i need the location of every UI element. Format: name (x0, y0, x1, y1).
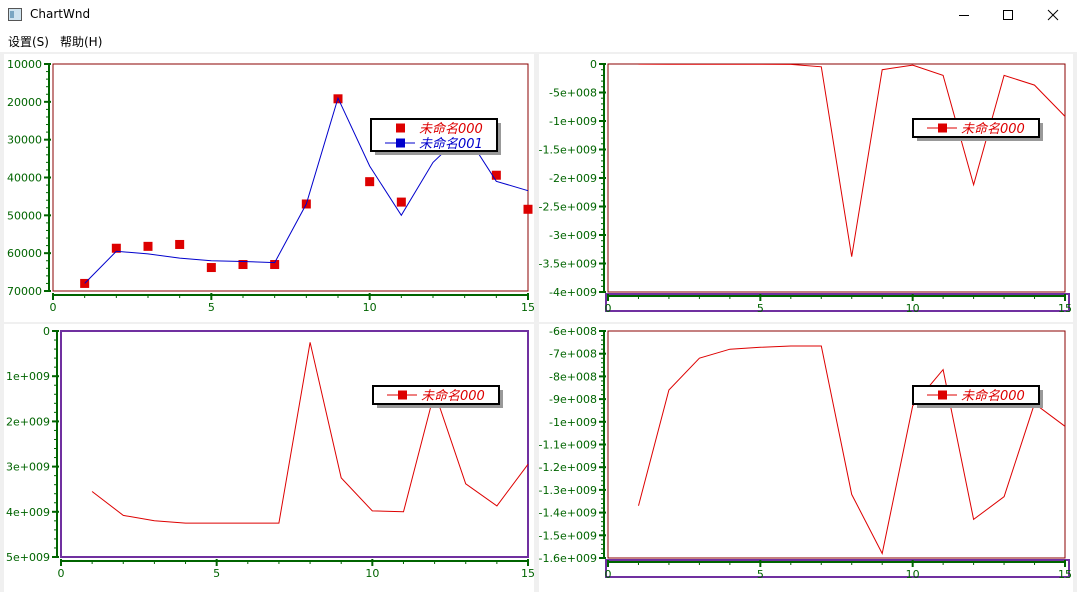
y-tick-label: 1e+009 (6, 370, 50, 383)
y-tick-label: -4e+009 (549, 286, 597, 299)
y-tick-label: -6e+008 (549, 325, 597, 338)
minimize-icon (959, 15, 969, 16)
minimize-button[interactable] (941, 0, 987, 30)
x-tick-label: 10 (365, 567, 379, 580)
x-tick-label: 0 (50, 301, 57, 314)
y-tick-label: -1.4e+009 (539, 507, 597, 520)
x-tick-label: 10 (906, 302, 920, 315)
y-tick-label: 20000 (7, 96, 42, 109)
legend-label: 未命名001 (419, 136, 483, 152)
chart-pane-background (539, 54, 1073, 322)
legend-label: 未命名000 (419, 121, 483, 137)
x-tick-label: 5 (757, 568, 764, 581)
data-point-marker (523, 204, 533, 214)
chart-panel-2: 0 -5e+008 -1e+009 -1.5e+009 -2e+009 -2.5e+009… (539, 54, 1073, 322)
client-area: 10000 20000 30000 40000 50000 60000 70000 0 5 10 1… (0, 52, 1077, 592)
x-tick-label: 5 (213, 567, 220, 580)
y-tick-label: -2e+009 (549, 172, 597, 185)
x-tick-label: 0 (605, 568, 612, 581)
x-tick-label: 15 (1058, 568, 1072, 581)
y-tick-label: 2e+009 (6, 415, 50, 428)
legend-marker (938, 123, 947, 133)
x-tick-label: 10 (906, 568, 920, 581)
x-tick-label: 15 (521, 301, 535, 314)
x-tick-label: 5 (757, 302, 764, 315)
y-tick-label: 5e+009 (6, 551, 50, 564)
y-tick-label: -1.2e+009 (539, 461, 597, 474)
y-tick-label: 3e+009 (6, 461, 50, 474)
menu-settings[interactable]: 设置(S) (8, 33, 49, 50)
x-tick-label: 10 (363, 301, 377, 314)
y-tick-label: -3.5e+009 (539, 258, 597, 271)
menu-bar: 设置(S) 帮助(H) (0, 30, 1077, 52)
data-point-marker (396, 197, 406, 207)
x-tick-label: 0 (58, 567, 65, 580)
y-tick-label: 50000 (7, 209, 42, 222)
legend-marker (398, 390, 407, 400)
y-tick-label: 60000 (7, 247, 42, 260)
y-tick-label: -8e+008 (549, 370, 597, 383)
y-tick-label: 4e+009 (6, 506, 50, 519)
x-tick-label: 15 (521, 567, 535, 580)
close-icon (1047, 9, 1059, 21)
data-point-marker (270, 260, 280, 270)
y-tick-label: -5e+008 (549, 87, 597, 100)
y-tick-label: 70000 (7, 285, 42, 298)
charts-canvas: 100002000030000400005000060000700000 5 10 1… (4, 54, 1073, 592)
chart-panel-3: 0 1e+009 2e+009 3e+009 4e+009 5e+009 0 5 10 15 未命名… (4, 324, 535, 592)
y-tick-label: 10000 (7, 58, 42, 71)
menu-help[interactable]: 帮助(H) (60, 33, 102, 50)
data-point-marker (143, 241, 153, 251)
title-bar[interactable]: ChartWnd (0, 0, 1077, 30)
y-tick-label: -1.1e+009 (539, 439, 597, 452)
chart-window: ChartWnd 设置(S) 帮助(H) 10000 20000 30000 4… (0, 0, 1077, 592)
maximize-button[interactable] (985, 0, 1031, 30)
x-tick-label: 5 (208, 301, 215, 314)
chart-pane-background (4, 324, 534, 592)
data-point-marker (491, 170, 501, 180)
maximize-icon (1003, 10, 1013, 20)
legend-marker (938, 390, 947, 400)
y-tick-label: 30000 (7, 134, 42, 147)
x-tick-label: 15 (1058, 302, 1072, 315)
y-tick-label: -9e+008 (549, 393, 597, 406)
y-tick-label: -1.3e+009 (539, 484, 597, 497)
y-tick-label: -1.6e+009 (539, 552, 597, 565)
data-point-marker (365, 177, 375, 187)
y-tick-label: -7e+008 (549, 348, 597, 361)
legend-label: 未命名000 (961, 388, 1025, 404)
chart-panel-4: -6e+008 -7e+008 -8e+008 -9e+008 -1e+009 -1.1e… (539, 324, 1073, 592)
y-tick-label: 0 (43, 325, 50, 338)
y-tick-label: 0 (590, 58, 597, 71)
legend-label: 未命名000 (421, 388, 485, 404)
y-tick-label: -1e+009 (549, 416, 597, 429)
y-tick-label: -1e+009 (549, 115, 597, 128)
chart-panel-1: 10000 20000 30000 40000 50000 60000 70000 0 5 10 1… (4, 54, 535, 322)
legend-label: 未命名000 (961, 121, 1025, 137)
x-tick-label: 0 (605, 302, 612, 315)
window-title: ChartWnd (30, 7, 91, 21)
y-tick-label: -2.5e+009 (539, 201, 597, 214)
y-tick-label: -1.5e+009 (539, 529, 597, 542)
close-button[interactable] (1030, 0, 1076, 30)
chart-pane-background (539, 324, 1073, 592)
legend-marker (396, 123, 405, 133)
y-tick-label: -1.5e+009 (539, 144, 597, 157)
data-point-marker (175, 239, 185, 249)
y-tick-label: 40000 (7, 172, 42, 185)
data-point-marker (206, 263, 216, 273)
legend-marker (396, 138, 405, 148)
app-icon (8, 8, 22, 21)
y-tick-label: -3e+009 (549, 229, 597, 242)
